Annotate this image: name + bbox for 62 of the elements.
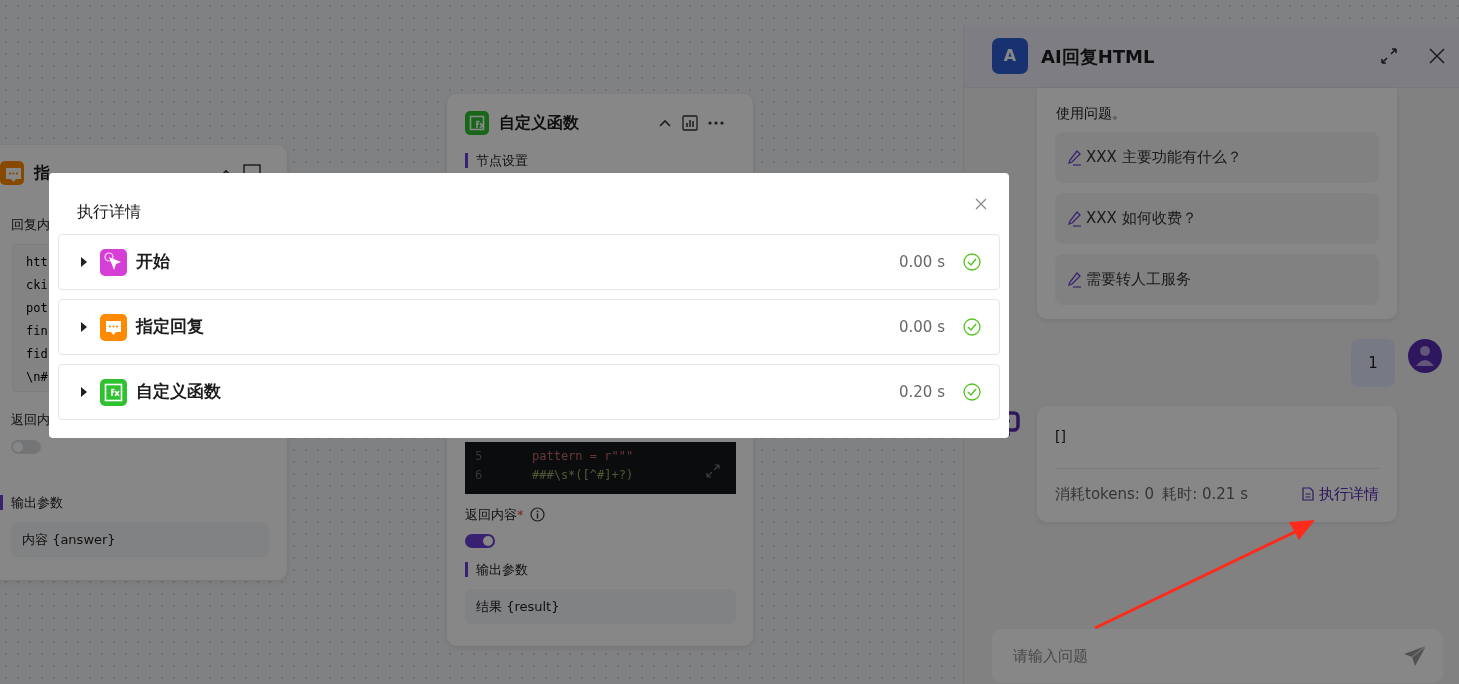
close-icon[interactable]: [975, 198, 987, 210]
step-duration: 0.20 s: [899, 381, 945, 403]
code-line: ###\s*([^#]+?): [532, 466, 634, 484]
step-name: 自定义函数: [136, 380, 222, 404]
suggestion-button[interactable]: XXX 如何收费？: [1055, 193, 1379, 244]
code-line: pattern = r""": [532, 447, 634, 465]
pencil-icon: [1067, 149, 1082, 166]
node-title: 指: [34, 162, 50, 184]
code-line: pot: [26, 299, 48, 317]
function-icon: [100, 378, 127, 406]
expand-caret-icon[interactable]: [81, 322, 87, 332]
required-mark: *: [517, 506, 524, 522]
field-label: 返回内: [11, 410, 51, 429]
field-label: 回复内: [11, 216, 51, 234]
close-icon[interactable]: [1429, 48, 1445, 64]
field-label: 返回内容*: [465, 505, 524, 524]
pencil-icon: [1067, 271, 1082, 288]
code-line: htt: [26, 253, 48, 271]
step-row[interactable]: 开始 0.00 s: [58, 234, 1000, 290]
code-line: cki: [26, 276, 48, 294]
usage-text: 消耗tokens: 0: [1055, 484, 1155, 505]
more-icon[interactable]: [708, 121, 724, 125]
pencil-icon: [1067, 210, 1082, 227]
suggestion-button[interactable]: 需要转人工服务: [1055, 254, 1379, 305]
fullscreen-icon[interactable]: [1380, 47, 1398, 65]
step-name: 开始: [136, 250, 171, 274]
node-title: 自定义函数: [499, 112, 579, 134]
code-line: fin: [26, 322, 48, 340]
chat-bubble-icon: [100, 313, 127, 341]
message-text: []: [1055, 427, 1067, 446]
step-duration: 0.00 s: [899, 316, 945, 338]
output-param: 结果 {result}: [465, 588, 736, 624]
section-heading: 输出参数: [11, 494, 63, 512]
function-icon: [465, 111, 489, 135]
step-row[interactable]: 自定义函数 0.20 s: [58, 364, 1000, 420]
chat-title: AI回复HTML: [1041, 44, 1156, 69]
step-duration: 0.00 s: [899, 251, 945, 273]
section-heading: 节点设置: [476, 152, 528, 170]
section-marker: [0, 495, 3, 511]
message-text: 使用问题。: [1056, 106, 1127, 120]
dialog-title: 执行详情: [77, 201, 141, 223]
document-icon: [1302, 487, 1314, 502]
output-param: 内容 {answer}: [11, 521, 269, 557]
usage-text: 耗时: 0.21 s: [1162, 484, 1249, 505]
expand-caret-icon[interactable]: [81, 257, 87, 267]
details-link[interactable]: 执行详情: [1302, 483, 1379, 506]
info-icon: [529, 506, 545, 522]
section-marker: [465, 153, 468, 169]
section-marker: [465, 562, 468, 578]
step-name: 指定回复: [136, 315, 205, 339]
user-message: 1: [1351, 339, 1395, 387]
app-avatar: A: [992, 38, 1028, 74]
user-avatar: [1408, 339, 1442, 373]
code-line: fid: [26, 345, 48, 363]
section-heading: 输出参数: [476, 561, 528, 579]
toggle-switch[interactable]: [465, 534, 495, 548]
suggestion-button[interactable]: XXX 主要功能有什么？: [1055, 132, 1379, 183]
code-line: \n#: [26, 368, 48, 386]
expand-caret-icon[interactable]: [81, 387, 87, 397]
step-row[interactable]: 指定回复 0.00 s: [58, 299, 1000, 355]
cursor-icon: [100, 248, 127, 276]
chart-icon[interactable]: [682, 115, 698, 131]
